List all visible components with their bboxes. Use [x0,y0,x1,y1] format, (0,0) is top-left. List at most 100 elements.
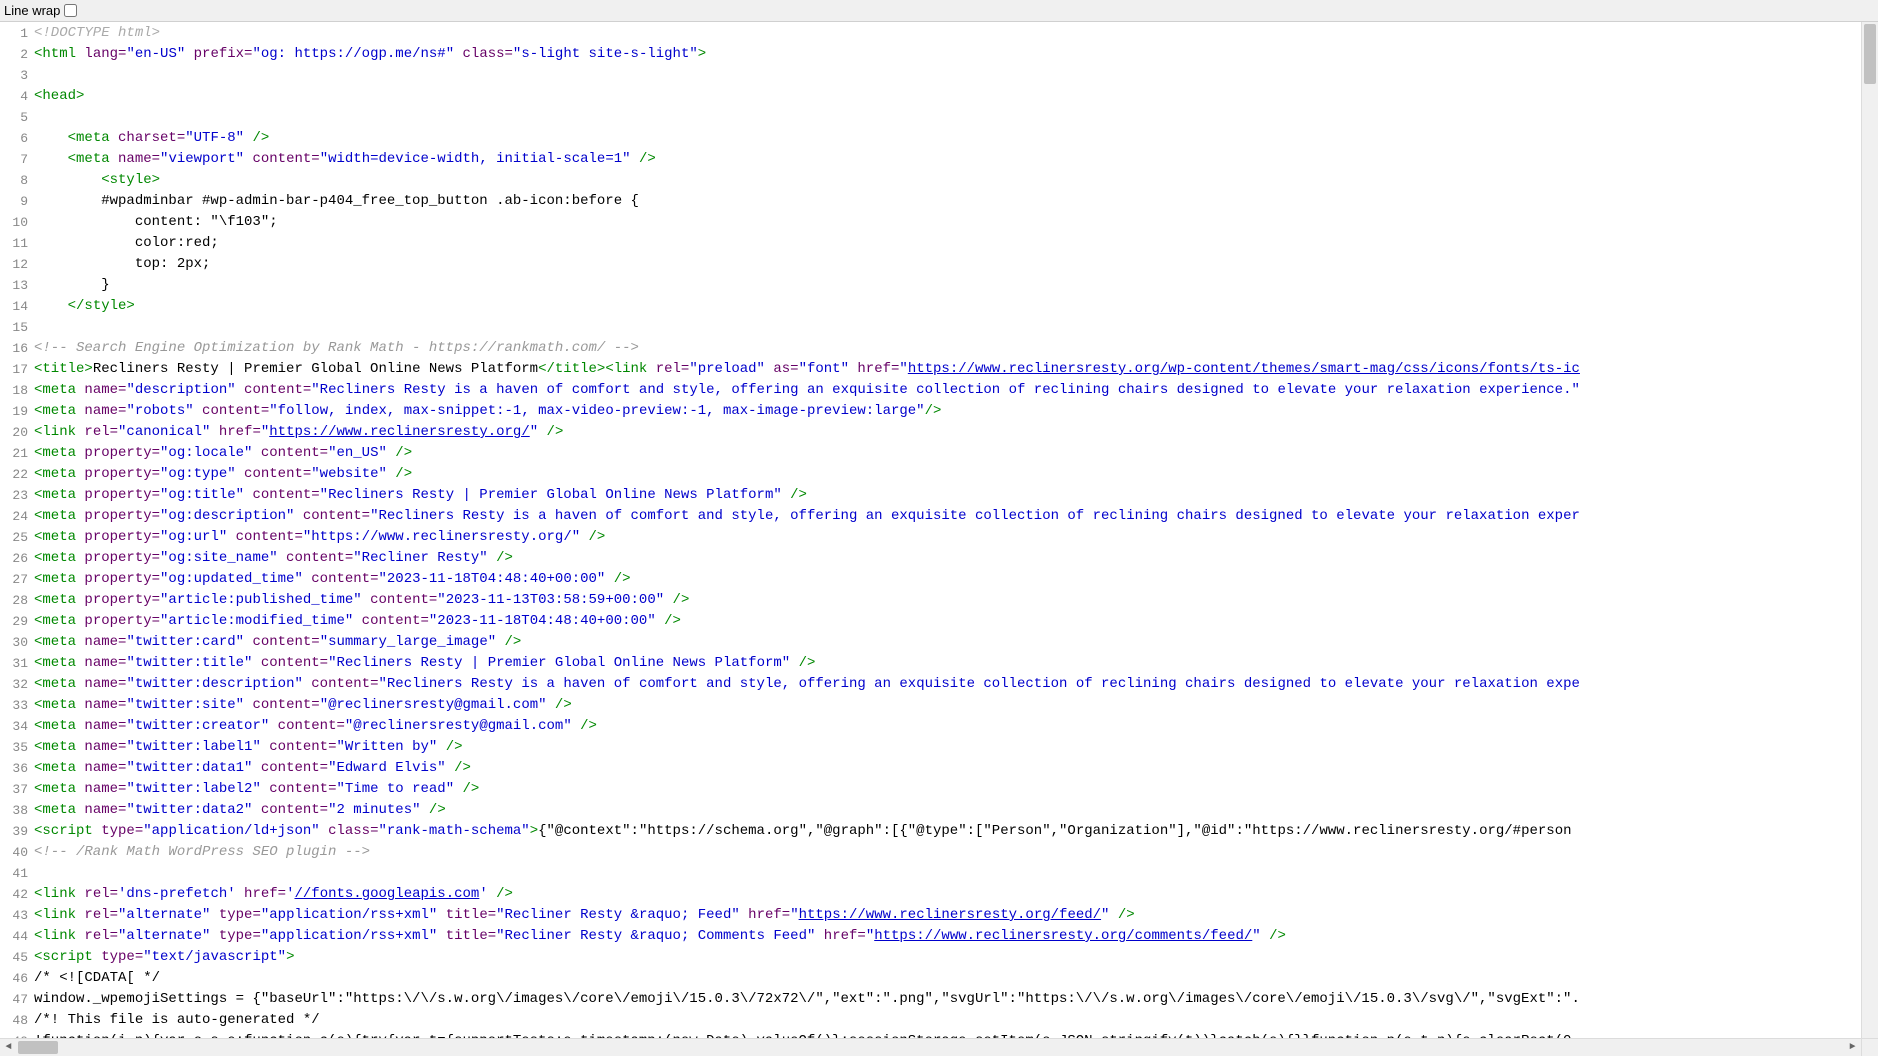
scrollbar-corner [1861,1038,1878,1056]
scroll-right-icon[interactable]: ► [1844,1039,1861,1056]
line-number: 40 [0,842,28,863]
line-number: 1 [0,23,28,44]
code-line[interactable] [34,107,1878,128]
code-line[interactable]: <link rel="canonical" href="https://www.… [34,422,1878,443]
line-number: 42 [0,884,28,905]
line-number: 25 [0,527,28,548]
code-line[interactable]: <meta name="twitter:card" content="summa… [34,632,1878,653]
code-line[interactable]: content: "\f103"; [34,212,1878,233]
code-line[interactable]: <meta name="twitter:creator" content="@r… [34,716,1878,737]
line-number: 11 [0,233,28,254]
code-line[interactable]: <style> [34,170,1878,191]
line-number: 44 [0,926,28,947]
code-line[interactable]: <meta name="twitter:label2" content="Tim… [34,779,1878,800]
horizontal-scrollbar[interactable]: ◄ ► [0,1038,1861,1056]
line-number: 39 [0,821,28,842]
code-line[interactable]: <meta property="og:updated_time" content… [34,569,1878,590]
line-number: 9 [0,191,28,212]
code-line[interactable]: color:red; [34,233,1878,254]
line-number: 13 [0,275,28,296]
line-number: 6 [0,128,28,149]
code-line[interactable]: <html lang="en-US" prefix="og: https://o… [34,44,1878,65]
code-line[interactable]: <meta name="twitter:description" content… [34,674,1878,695]
line-number: 48 [0,1010,28,1031]
code-line[interactable]: <meta property="og:type" content="websit… [34,464,1878,485]
code-line[interactable]: } [34,275,1878,296]
line-number: 33 [0,695,28,716]
line-number: 36 [0,758,28,779]
line-number: 16 [0,338,28,359]
line-number: 27 [0,569,28,590]
code-line[interactable]: top: 2px; [34,254,1878,275]
code-line[interactable] [34,863,1878,884]
line-number: 37 [0,779,28,800]
line-number: 41 [0,863,28,884]
vertical-scrollbar[interactable] [1861,22,1878,1038]
line-number: 12 [0,254,28,275]
code-line[interactable] [34,317,1878,338]
code-line[interactable]: <meta name="robots" content="follow, ind… [34,401,1878,422]
line-number: 34 [0,716,28,737]
line-number: 45 [0,947,28,968]
code-area[interactable]: <!DOCTYPE html><html lang="en-US" prefix… [34,22,1878,1038]
line-number: 20 [0,422,28,443]
line-number: 3 [0,65,28,86]
code-line[interactable]: </style> [34,296,1878,317]
line-number: 30 [0,632,28,653]
line-number: 31 [0,653,28,674]
line-number: 26 [0,548,28,569]
code-line[interactable]: <script type="text/javascript"> [34,947,1878,968]
code-line[interactable]: /*! This file is auto-generated */ [34,1010,1878,1031]
code-line[interactable]: <meta name="twitter:data2" content="2 mi… [34,800,1878,821]
code-editor[interactable]: 1234567891011121314151617181920212223242… [0,22,1878,1038]
line-number: 38 [0,800,28,821]
line-number: 46 [0,968,28,989]
line-number: 5 [0,107,28,128]
code-line[interactable]: <!DOCTYPE html> [34,23,1878,44]
code-line[interactable]: <meta name="twitter:site" content="@recl… [34,695,1878,716]
code-line[interactable]: <meta property="og:description" content=… [34,506,1878,527]
line-number: 47 [0,989,28,1010]
code-line[interactable]: <meta property="og:site_name" content="R… [34,548,1878,569]
code-line[interactable]: <!-- Search Engine Optimization by Rank … [34,338,1878,359]
vertical-scrollbar-thumb[interactable] [1864,24,1876,84]
code-line[interactable]: #wpadminbar #wp-admin-bar-p404_free_top_… [34,191,1878,212]
code-line[interactable]: <meta name="twitter:label1" content="Wri… [34,737,1878,758]
code-line[interactable]: <meta property="article:published_time" … [34,590,1878,611]
line-number: 49 [0,1031,28,1038]
code-line[interactable]: <link rel="alternate" type="application/… [34,905,1878,926]
code-line[interactable]: <meta property="og:url" content="https:/… [34,527,1878,548]
line-number: 14 [0,296,28,317]
code-line[interactable]: <title>Recliners Resty | Premier Global … [34,359,1878,380]
line-number: 29 [0,611,28,632]
code-line[interactable]: <meta property="og:title" content="Recli… [34,485,1878,506]
code-line[interactable]: <meta name="description" content="Reclin… [34,380,1878,401]
scroll-left-icon[interactable]: ◄ [0,1039,17,1056]
line-wrap-checkbox[interactable] [64,4,77,17]
code-line[interactable]: <meta property="og:locale" content="en_U… [34,443,1878,464]
code-line[interactable]: <!-- /Rank Math WordPress SEO plugin --> [34,842,1878,863]
line-number: 32 [0,674,28,695]
code-line[interactable]: <meta name="viewport" content="width=dev… [34,149,1878,170]
line-number-gutter: 1234567891011121314151617181920212223242… [0,22,34,1038]
code-line[interactable]: <meta property="article:modified_time" c… [34,611,1878,632]
code-line[interactable]: <meta charset="UTF-8" /> [34,128,1878,149]
code-line[interactable]: <script type="application/ld+json" class… [34,821,1878,842]
horizontal-scrollbar-thumb[interactable] [18,1041,58,1054]
line-number: 15 [0,317,28,338]
line-number: 19 [0,401,28,422]
code-line[interactable]: <link rel='dns-prefetch' href='//fonts.g… [34,884,1878,905]
code-line[interactable] [34,65,1878,86]
toolbar: Line wrap [0,0,1878,22]
code-line[interactable]: !function(i,n){var o,s,e;function c(e){t… [34,1031,1878,1038]
code-line[interactable]: <meta name="twitter:data1" content="Edwa… [34,758,1878,779]
line-number: 28 [0,590,28,611]
code-line[interactable]: <head> [34,86,1878,107]
code-line[interactable]: <link rel="alternate" type="application/… [34,926,1878,947]
line-number: 8 [0,170,28,191]
code-line[interactable]: <meta name="twitter:title" content="Recl… [34,653,1878,674]
code-line[interactable]: /* <![CDATA[ */ [34,968,1878,989]
line-number: 22 [0,464,28,485]
line-number: 4 [0,86,28,107]
code-line[interactable]: window._wpemojiSettings = {"baseUrl":"ht… [34,989,1878,1010]
